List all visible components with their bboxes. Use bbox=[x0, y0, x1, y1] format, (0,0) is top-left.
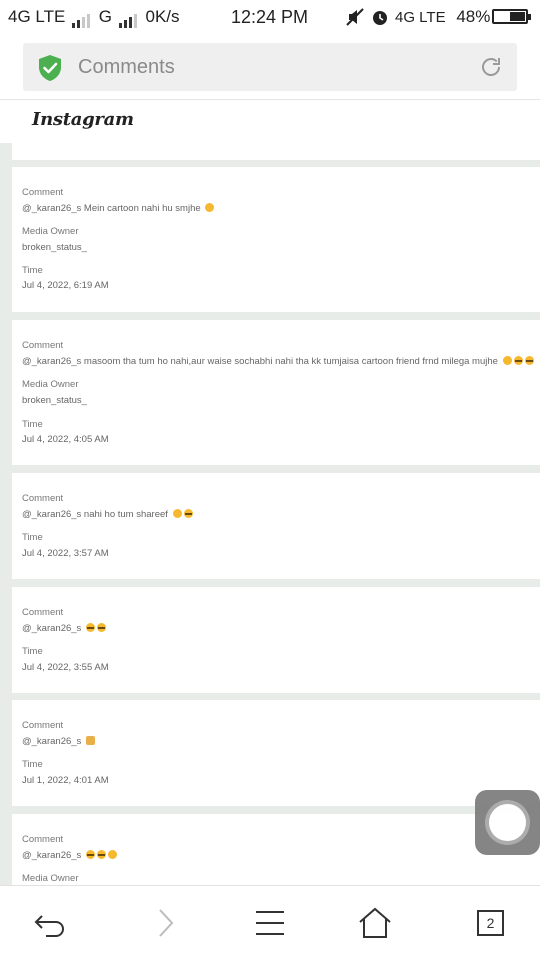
comment-card: Comment @_karan26_s masoom tha tum ho na… bbox=[12, 320, 540, 465]
network-type: 4G LTE bbox=[8, 7, 66, 26]
partial-card bbox=[12, 143, 540, 160]
laugh-emoji-icon bbox=[172, 509, 182, 518]
comment-label: Comment bbox=[22, 720, 64, 731]
cry-emoji-icon bbox=[85, 623, 95, 632]
home-icon[interactable] bbox=[357, 906, 393, 940]
laugh-emoji-icon bbox=[502, 356, 512, 365]
time-label: Time bbox=[22, 265, 43, 276]
cry-emoji-icon bbox=[513, 356, 523, 365]
laugh-emoji-icon bbox=[205, 203, 215, 212]
time-value: Jul 4, 2022, 3:55 AM bbox=[22, 662, 109, 673]
cry-emoji-icon bbox=[96, 850, 106, 859]
alarm-icon bbox=[373, 11, 387, 25]
bottom-navigation: 2 bbox=[0, 885, 540, 960]
cry-emoji-icon bbox=[96, 623, 106, 632]
carrier2-type: G bbox=[98, 7, 113, 26]
menu-icon[interactable] bbox=[252, 906, 288, 940]
owner-value: broken_status_ bbox=[22, 395, 87, 406]
status-bar: 4G LTE G 0K/s 12:24 PM 4G LTE 48% bbox=[0, 0, 540, 34]
comment-card: Comment @_karan26_s Mein cartoon nahi hu… bbox=[12, 167, 540, 312]
comment-text: @_karan26_s Mein cartoon nahi hu smjhe bbox=[22, 203, 215, 214]
comment-card: Comment @_karan26_s Time Jul 1, 2022, 4:… bbox=[12, 700, 540, 806]
status-left: 4G LTE G 0K/s bbox=[8, 7, 180, 28]
time-value: Jul 4, 2022, 6:19 AM bbox=[22, 280, 109, 291]
cry-emoji-icon bbox=[183, 509, 193, 518]
comment-text: @_karan26_s bbox=[22, 850, 117, 861]
reload-icon[interactable] bbox=[479, 55, 503, 79]
page-title: Comments bbox=[78, 56, 175, 78]
address-bar[interactable]: Comments bbox=[23, 43, 517, 91]
comment-text: @_karan26_s masoom tha tum ho nahi,aur w… bbox=[22, 356, 534, 367]
comment-label: Comment bbox=[22, 834, 64, 845]
thinking-emoji-icon bbox=[107, 850, 117, 859]
comment-card: Comment @_karan26_s Media Owner bbox=[12, 814, 540, 885]
comment-label: Comment bbox=[22, 493, 64, 504]
comment-card: Comment @_karan26_s nahi ho tum shareef … bbox=[12, 473, 540, 579]
comment-text: @_karan26_s bbox=[22, 736, 95, 747]
owner-label: Media Owner bbox=[22, 226, 79, 237]
instagram-logo: Instagram bbox=[32, 109, 134, 130]
comment-card: Comment @_karan26_s Time Jul 4, 2022, 3:… bbox=[12, 587, 540, 693]
comment-label: Comment bbox=[22, 187, 64, 198]
cry-emoji-icon bbox=[85, 850, 95, 859]
signal-icon bbox=[72, 8, 92, 28]
network-type-right: 4G LTE bbox=[395, 9, 446, 26]
comment-label: Comment bbox=[22, 607, 64, 618]
battery-percent: 48% bbox=[456, 7, 491, 26]
instagram-header: Instagram bbox=[0, 99, 540, 143]
time-label: Time bbox=[22, 759, 43, 770]
time-label: Time bbox=[22, 419, 43, 430]
owner-label: Media Owner bbox=[22, 379, 79, 390]
tabs-icon[interactable]: 2 bbox=[477, 910, 504, 936]
net-speed: 0K/s bbox=[145, 7, 180, 26]
time-value: Jul 4, 2022, 3:57 AM bbox=[22, 548, 109, 559]
hand-emoji-icon bbox=[85, 736, 95, 745]
floating-assistive-button[interactable] bbox=[475, 790, 540, 855]
comment-text: @_karan26_s bbox=[22, 623, 106, 634]
time-value: Jul 1, 2022, 4:01 AM bbox=[22, 775, 109, 786]
back-icon[interactable] bbox=[32, 906, 68, 940]
cry-emoji-icon bbox=[524, 356, 534, 365]
clock: 12:24 PM bbox=[231, 7, 309, 27]
comment-label: Comment bbox=[22, 340, 64, 351]
comments-feed[interactable]: Comment @_karan26_s Mein cartoon nahi hu… bbox=[0, 143, 540, 885]
time-label: Time bbox=[22, 532, 43, 543]
status-right: 4G LTE 48% bbox=[395, 7, 490, 27]
signal2-icon bbox=[118, 8, 139, 28]
secure-shield-icon bbox=[39, 55, 61, 81]
owner-value: broken_status_ bbox=[22, 242, 87, 253]
mute-icon bbox=[346, 8, 364, 26]
time-label: Time bbox=[22, 646, 43, 657]
time-value: Jul 4, 2022, 4:05 AM bbox=[22, 434, 109, 445]
battery-icon bbox=[492, 9, 531, 24]
owner-label: Media Owner bbox=[22, 873, 79, 884]
forward-icon[interactable] bbox=[148, 906, 184, 940]
comment-text: @_karan26_s nahi ho tum shareef bbox=[22, 509, 193, 520]
